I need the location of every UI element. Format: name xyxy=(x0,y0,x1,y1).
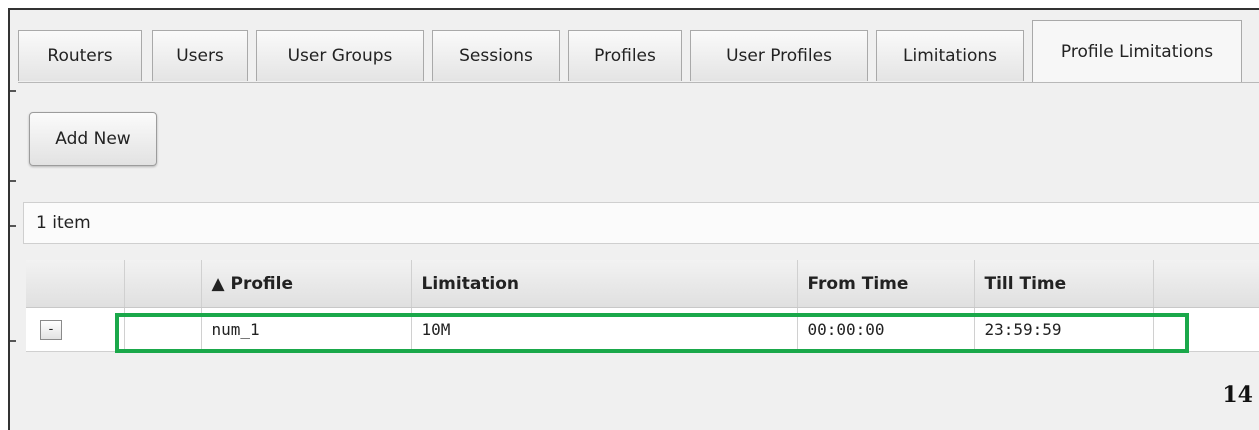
add-new-button[interactable]: Add New xyxy=(29,112,157,166)
tab-user-groups[interactable]: User Groups xyxy=(256,30,424,81)
column-header-profile[interactable]: ▲ Profile xyxy=(201,260,412,308)
table-header-row: ▲ Profile Limitation From Time Till Time xyxy=(26,260,1259,308)
column-header-extra xyxy=(1153,260,1259,308)
remove-row-button[interactable]: - xyxy=(40,319,62,340)
tab-users[interactable]: Users xyxy=(152,30,248,81)
tab-profile-limitations[interactable]: Profile Limitations xyxy=(1032,20,1242,82)
table-row[interactable]: - num_1 10M 00:00:00 23:59:59 xyxy=(26,307,1259,352)
tab-routers[interactable]: Routers xyxy=(18,30,142,81)
frame-tick xyxy=(10,225,16,227)
frame-tick xyxy=(10,90,16,92)
column-header-till-time[interactable]: Till Time xyxy=(974,260,1154,308)
tab-user-profiles[interactable]: User Profiles xyxy=(690,30,868,81)
cell-till-time: 23:59:59 xyxy=(974,307,1154,352)
column-header-control xyxy=(26,260,125,308)
tab-sessions[interactable]: Sessions xyxy=(432,30,560,81)
item-count: 1 item xyxy=(36,213,91,233)
cell-from-time: 00:00:00 xyxy=(797,307,975,352)
tab-bar: Routers Users User Groups Sessions Profi… xyxy=(18,20,1259,83)
column-header-blank xyxy=(124,260,202,308)
row-blank-cell xyxy=(124,307,202,352)
tab-limitations[interactable]: Limitations xyxy=(876,30,1024,81)
column-header-from-time[interactable]: From Time xyxy=(797,260,975,308)
row-control-cell: - xyxy=(26,307,125,352)
frame-tick xyxy=(10,340,16,342)
cell-profile: num_1 xyxy=(201,307,412,352)
page-number: 14 xyxy=(1222,382,1253,408)
cell-limitation: 10M xyxy=(411,307,798,352)
frame-tick xyxy=(10,180,16,182)
item-count-bar: 1 item xyxy=(23,202,1259,244)
cell-extra xyxy=(1153,307,1259,352)
profile-limitations-table: ▲ Profile Limitation From Time Till Time… xyxy=(26,260,1259,352)
tab-profiles[interactable]: Profiles xyxy=(568,30,682,81)
column-header-limitation[interactable]: Limitation xyxy=(411,260,798,308)
